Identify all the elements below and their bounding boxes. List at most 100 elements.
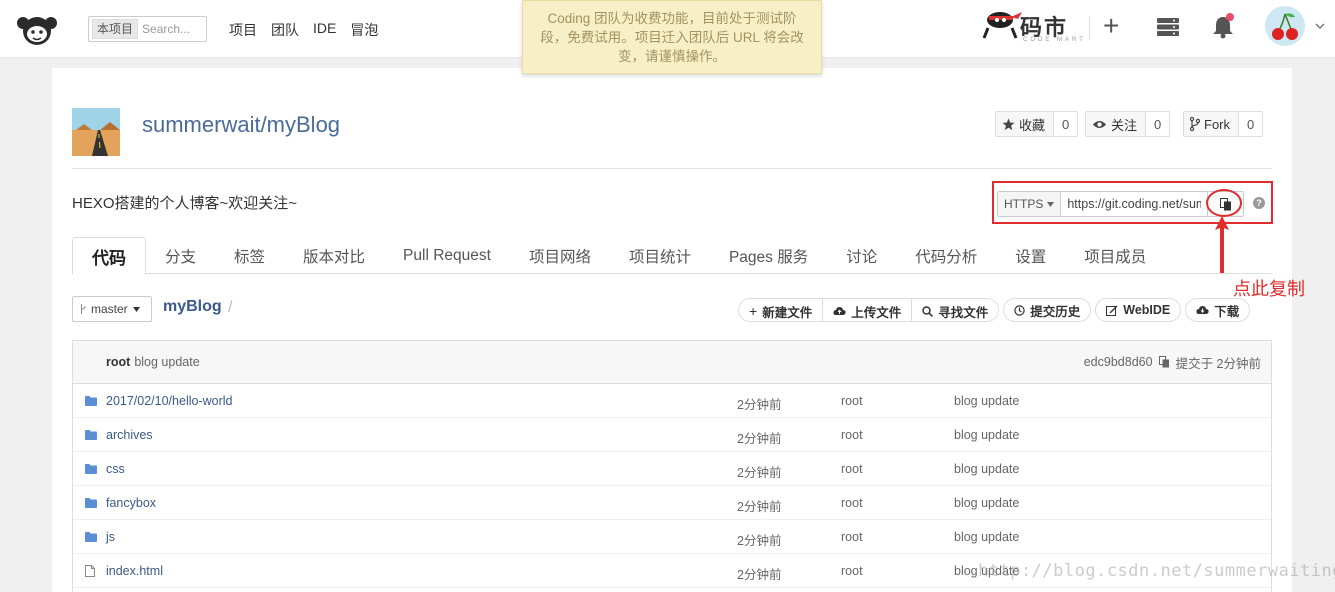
find-file-button[interactable]: 寻找文件: [912, 299, 999, 321]
file-icon: [85, 565, 95, 580]
repo-actions: + 新建文件 上传文件 寻找文件 提交历史 WebIDE 下载: [738, 298, 1251, 322]
branch-icon: [81, 304, 86, 314]
upload-file-button[interactable]: 上传文件: [823, 299, 913, 321]
tab-pages[interactable]: Pages 服务: [710, 237, 827, 274]
search-scope[interactable]: 本项目: [92, 19, 139, 39]
clock-icon: [1014, 304, 1025, 316]
nav-link-bubble[interactable]: 冒泡: [350, 20, 378, 40]
file-name-link[interactable]: fancybox: [106, 496, 156, 510]
tab-discussion[interactable]: 讨论: [827, 237, 896, 274]
nav-link-projects[interactable]: 项目: [229, 20, 257, 40]
notification-dot: [1226, 13, 1234, 21]
tab-pull-request[interactable]: Pull Request: [384, 237, 510, 274]
watch-button[interactable]: 关注: [1086, 112, 1147, 136]
file-name-link[interactable]: archives: [106, 428, 153, 442]
breadcrumb-separator: /: [228, 299, 233, 316]
table-row[interactable]: archives 2分钟前 root blog update: [73, 418, 1271, 452]
tab-tags[interactable]: 标签: [215, 237, 284, 274]
file-table: root blog update edc9bd8d60 提交于 2分钟前 201…: [72, 340, 1272, 592]
file-time: 2分钟前: [737, 500, 782, 514]
star-button-group[interactable]: 收藏 0: [995, 111, 1079, 137]
star-label: 收藏: [1019, 117, 1046, 133]
table-row[interactable]: 2017/02/10/hello-world 2分钟前 root blog updat…: [73, 384, 1271, 418]
breadcrumb-repo[interactable]: myBlog: [163, 298, 222, 316]
commit-time: 提交于 2分钟前: [1175, 356, 1261, 371]
fork-button-group[interactable]: Fork 0: [1183, 111, 1264, 137]
upload-file-label: 上传文件: [851, 305, 902, 320]
fork-button[interactable]: Fork: [1184, 112, 1239, 136]
file-commit-message[interactable]: blog update: [954, 530, 1019, 544]
search-box[interactable]: 本项目 Search...: [88, 16, 207, 42]
commit-history-label: 提交历史: [1030, 304, 1081, 319]
divider: [72, 168, 1272, 169]
file-time: 2分钟前: [737, 466, 782, 480]
branch-select[interactable]: master: [72, 296, 152, 322]
repo-tabs: 代码 分支 标签 版本对比 Pull Request 项目网络 项目统计 Pag…: [72, 237, 1272, 275]
codemart-subtitle: CODE MART: [1023, 37, 1086, 43]
file-commit-message[interactable]: blog update: [954, 394, 1019, 408]
tab-code-analysis[interactable]: 代码分析: [896, 237, 996, 274]
download-button[interactable]: 下载: [1185, 298, 1251, 322]
watch-button-group[interactable]: 关注 0: [1085, 111, 1171, 137]
commit-message[interactable]: blog update: [134, 355, 199, 369]
project-title-link[interactable]: summerwait/myBlog: [142, 112, 340, 138]
coding-monkey-logo-icon[interactable]: [14, 11, 60, 47]
nav-link-teams[interactable]: 团队: [271, 20, 299, 40]
new-file-label: 新建文件: [762, 305, 813, 320]
project-description: HEXO搭建的个人博客~欢迎关注~: [72, 195, 298, 212]
tab-branches[interactable]: 分支: [146, 237, 215, 274]
tab-statistics[interactable]: 项目统计: [610, 237, 710, 274]
tab-settings[interactable]: 设置: [996, 237, 1065, 274]
commit-history-button[interactable]: 提交历史: [1003, 298, 1092, 322]
file-author[interactable]: root: [841, 394, 863, 408]
tab-compare[interactable]: 版本对比: [284, 237, 384, 274]
file-commit-message[interactable]: blog update: [954, 462, 1019, 476]
file-name-link[interactable]: index.html: [106, 564, 163, 578]
file-author[interactable]: root: [841, 530, 863, 544]
cloud-download-icon: [1196, 306, 1209, 314]
tab-network[interactable]: 项目网络: [510, 237, 610, 274]
file-commit-message[interactable]: blog update: [954, 496, 1019, 510]
fork-count[interactable]: 0: [1239, 112, 1263, 136]
server-icon[interactable]: [1157, 18, 1179, 36]
commit-author[interactable]: root: [106, 355, 130, 369]
folder-icon: [85, 497, 97, 511]
plus-icon: +: [749, 303, 758, 319]
user-avatar[interactable]: [1265, 6, 1305, 46]
table-row[interactable]: js 2分钟前 root blog update: [73, 520, 1271, 554]
file-name-link[interactable]: 2017/02/10/hello-world: [106, 394, 232, 408]
tab-code[interactable]: 代码: [72, 237, 146, 275]
file-time: 2分钟前: [737, 432, 782, 446]
file-name-link[interactable]: js: [106, 530, 115, 544]
webide-button[interactable]: WebIDE: [1095, 298, 1182, 322]
fork-label: Fork: [1204, 116, 1230, 132]
watch-count[interactable]: 0: [1146, 112, 1170, 136]
copy-icon[interactable]: [1158, 356, 1170, 368]
nav-link-ide[interactable]: IDE: [313, 20, 336, 40]
project-avatar-road-icon[interactable]: [72, 108, 120, 156]
search-input[interactable]: Search...: [142, 22, 190, 36]
folder-icon: [85, 531, 97, 545]
file-author[interactable]: root: [841, 462, 863, 476]
file-author[interactable]: root: [841, 428, 863, 442]
file-name-link[interactable]: css: [106, 462, 125, 476]
file-author[interactable]: root: [841, 564, 863, 578]
search-icon: [922, 305, 934, 317]
file-author[interactable]: root: [841, 496, 863, 510]
team-fee-notice: Coding 团队为收费功能，目前处于测试阶段，免费试用。项目迁入团队后 URL…: [522, 0, 822, 74]
commit-hash[interactable]: edc9bd8d60: [1084, 355, 1153, 369]
eye-icon: [1092, 120, 1107, 128]
table-row[interactable]: css 2分钟前 root blog update: [73, 452, 1271, 486]
table-row[interactable]: fancybox 2分钟前 root blog update: [73, 486, 1271, 520]
webide-label: WebIDE: [1123, 303, 1171, 317]
divider: [1089, 16, 1090, 40]
star-count[interactable]: 0: [1054, 112, 1078, 136]
folder-icon: [85, 463, 97, 477]
folder-icon: [85, 429, 97, 443]
plus-icon[interactable]: +: [1103, 12, 1119, 40]
star-button[interactable]: 收藏: [996, 112, 1055, 136]
new-file-button[interactable]: + 新建文件: [739, 299, 824, 321]
tab-members[interactable]: 项目成员: [1065, 237, 1165, 274]
chevron-down-icon[interactable]: [1315, 22, 1325, 30]
file-commit-message[interactable]: blog update: [954, 428, 1019, 442]
